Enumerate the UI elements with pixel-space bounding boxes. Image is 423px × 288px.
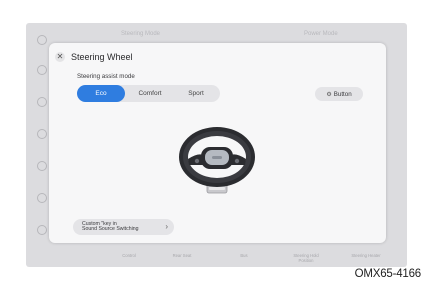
background-header-right: Power Mode [304, 31, 338, 37]
rail-media-icon[interactable] [37, 129, 47, 139]
background-header: Steering Mode Power Mode [26, 23, 407, 43]
steering-assist-mode-label: Steering assist mode [77, 73, 135, 80]
steering-wheel-dialog: ✕ Steering Wheel Steering assist mode Ec… [49, 43, 386, 243]
dialog-title: Steering Wheel [71, 52, 133, 62]
bottom-label: Control [122, 253, 136, 258]
rail-car-icon[interactable] [37, 65, 47, 75]
background-header-left: Steering Mode [121, 31, 161, 37]
button-settings-label: Button [333, 90, 352, 98]
close-icon: ✕ [56, 52, 64, 61]
background-bottom-labels: Control Rear Seat Bus Steering Hold Posi… [26, 250, 407, 267]
rail-phone-icon[interactable] [37, 161, 47, 171]
mode-eco-button[interactable]: Eco [77, 85, 125, 102]
bottom-label: Steering Hold Position [293, 253, 319, 263]
settings-icon: ⚙ [326, 91, 332, 98]
figure-code: OMX65-4166 [354, 268, 422, 280]
button-settings-button[interactable]: ⚙ Button [315, 87, 363, 101]
mode-comfort-button[interactable]: Comfort [127, 85, 173, 102]
bottom-label: Steering Heater [351, 253, 381, 258]
close-button[interactable]: ✕ [55, 52, 65, 62]
bottom-label: Rear Seat [172, 253, 192, 258]
steering-wheel-illustration [175, 121, 259, 199]
rail-climate-icon[interactable] [37, 97, 47, 107]
custom-key-button[interactable]: Custom "key in Sound Source Switching › [73, 219, 174, 235]
chevron-right-icon: › [165, 222, 168, 231]
steering-wheel-icon [179, 127, 255, 194]
mode-sport-button[interactable]: Sport [173, 85, 219, 102]
rail-settings-icon[interactable] [37, 193, 47, 203]
rail-home-icon[interactable] [37, 35, 47, 45]
steering-assist-mode-selector: Eco Comfort Sport [77, 85, 220, 102]
custom-key-line2: Sound Source Switching [82, 226, 139, 232]
rail-apps-icon[interactable] [37, 225, 47, 235]
bottom-label: Bus [240, 253, 248, 258]
